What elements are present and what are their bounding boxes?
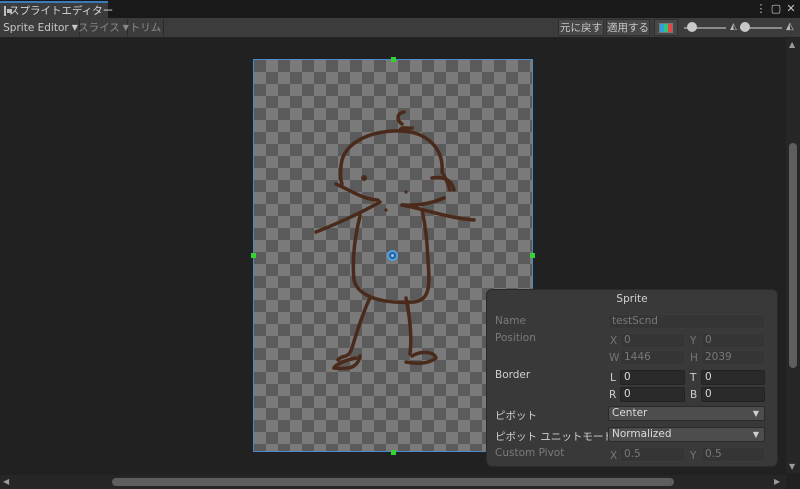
pivot-unit-mode-value: Normalized: [612, 428, 672, 440]
sprite-properties-panel: Sprite Name testScnd Position X 0 Y 0 W …: [486, 289, 778, 467]
chevron-down-icon: ▼: [752, 409, 759, 418]
border-b-field[interactable]: 0: [701, 387, 765, 402]
position-w-label: W: [609, 352, 620, 364]
trim-button[interactable]: トリム: [128, 19, 164, 36]
vertical-scrollbar[interactable]: ▲ ▼: [786, 38, 800, 473]
position-y-field[interactable]: 0: [701, 333, 765, 348]
border-l-label: L: [610, 372, 616, 384]
tab-sprite-editor[interactable]: スプライトエディター: [0, 1, 113, 18]
custom-pivot-x-field[interactable]: 0.5: [620, 447, 685, 462]
scroll-up-icon[interactable]: ▲: [789, 40, 795, 49]
scroll-down-icon[interactable]: ▼: [789, 462, 795, 471]
position-h-label: H: [690, 352, 698, 364]
position-x-label: X: [610, 335, 618, 347]
trim-label: トリム: [129, 22, 162, 34]
name-label: Name: [495, 315, 526, 327]
resize-handle-top[interactable]: [391, 57, 396, 62]
position-w-field[interactable]: 1446: [620, 350, 685, 365]
position-label: Position: [495, 332, 536, 344]
horizontal-scrollbar[interactable]: ◀ ▶: [0, 475, 786, 489]
border-l-field[interactable]: 0: [620, 370, 685, 385]
kebab-menu-icon[interactable]: ⋮: [754, 2, 768, 15]
window-tab-bar: スプライトエディター ⋮ ▢ ✕: [0, 0, 800, 18]
pivot-unit-mode-label: ピボット ユニットモード: [495, 431, 614, 443]
zoom-slider-knob[interactable]: [687, 22, 697, 32]
slice-dropdown[interactable]: スライス ▼: [78, 19, 129, 36]
tab-title: スプライトエディター: [9, 5, 114, 17]
slice-label: スライス: [78, 22, 120, 34]
custom-pivot-x-label: X: [610, 450, 618, 462]
apply-label: 適用する: [607, 22, 649, 34]
border-t-field[interactable]: 0: [701, 370, 765, 385]
resize-handle-bottom[interactable]: [391, 450, 396, 455]
sprite-editor-mode-label: Sprite Editor: [3, 21, 69, 34]
color-channels-button[interactable]: [654, 19, 678, 36]
pivot-dropdown[interactable]: Center ▼: [608, 406, 765, 421]
custom-pivot-y-field[interactable]: 0.5: [701, 447, 765, 462]
border-label: Border: [495, 369, 531, 381]
pivot-label: ピボット: [495, 410, 537, 422]
pivot-value: Center: [612, 407, 648, 419]
custom-pivot-label: Custom Pivot: [495, 447, 565, 459]
border-r-label: R: [609, 389, 617, 401]
close-icon[interactable]: ✕: [784, 2, 798, 15]
apply-button[interactable]: 適用する: [606, 19, 650, 36]
panel-title: Sprite: [616, 293, 648, 305]
chevron-down-icon: ▼: [752, 430, 759, 439]
sprite-editor-icon: [4, 5, 12, 16]
border-r-field[interactable]: 0: [620, 387, 685, 402]
border-t-label: T: [690, 372, 697, 384]
mip-large-icon: ◭: [786, 21, 794, 32]
scroll-left-icon[interactable]: ◀: [3, 477, 9, 486]
resize-handle-left[interactable]: [251, 253, 256, 258]
mip-slider-knob[interactable]: [740, 22, 750, 32]
mip-small-icon: ◭: [730, 22, 737, 32]
scroll-right-icon[interactable]: ▶: [774, 477, 780, 486]
name-field[interactable]: testScnd: [608, 314, 765, 329]
mip-level-slider[interactable]: [740, 19, 782, 36]
sprite-editor-mode-dropdown[interactable]: Sprite Editor ▼: [2, 19, 80, 36]
position-y-label: Y: [690, 335, 697, 347]
revert-label: 元に戻す: [560, 22, 602, 34]
custom-pivot-y-label: Y: [690, 450, 697, 462]
vertical-scroll-thumb[interactable]: [789, 143, 797, 368]
maximize-icon[interactable]: ▢: [769, 2, 783, 15]
resize-handle-right[interactable]: [530, 253, 535, 258]
border-b-label: B: [690, 389, 698, 401]
toolbar: Sprite Editor ▼ スライス ▼ トリム 元に戻す 適用する ◭ ◭: [0, 18, 800, 38]
position-x-field[interactable]: 0: [620, 333, 685, 348]
zoom-slider[interactable]: [684, 19, 726, 36]
position-h-field[interactable]: 2039: [701, 350, 765, 365]
pivot-handle[interactable]: [387, 250, 398, 261]
horizontal-scroll-thumb[interactable]: [112, 478, 674, 486]
pivot-unit-mode-dropdown[interactable]: Normalized ▼: [608, 427, 765, 442]
color-channels-icon: [659, 22, 673, 33]
revert-button[interactable]: 元に戻す: [558, 19, 604, 36]
chevron-down-icon: ▼: [71, 23, 78, 32]
